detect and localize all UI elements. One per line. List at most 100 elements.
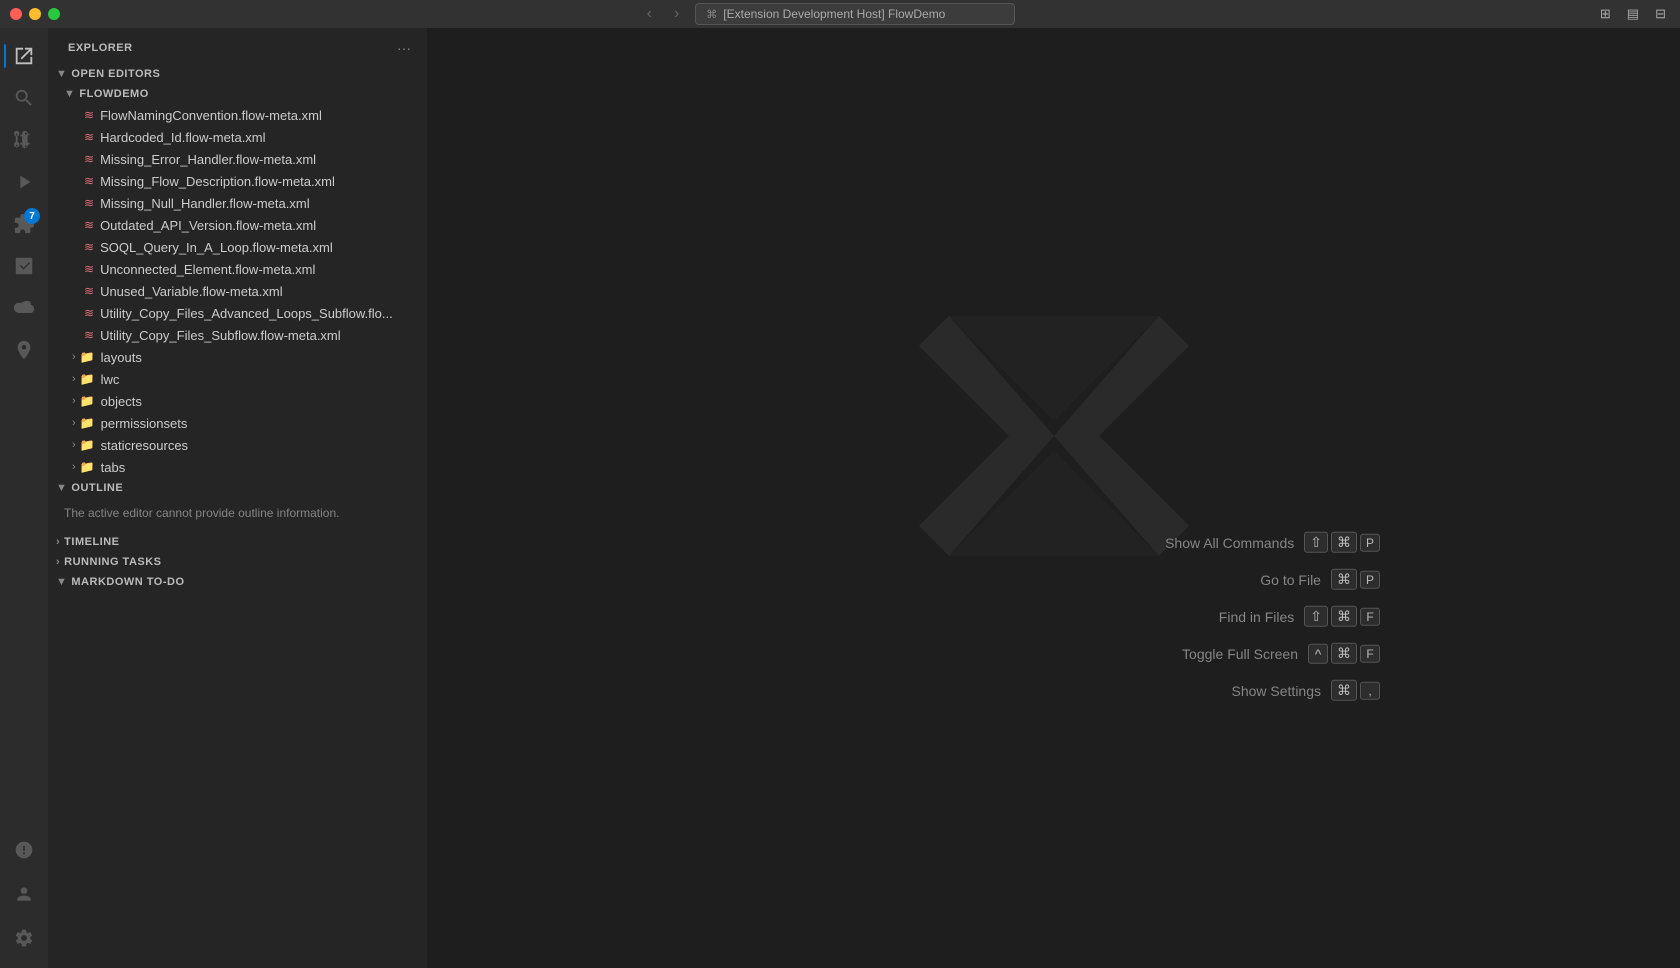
flow-icon-5: ≋	[84, 196, 94, 210]
file-outdated-api[interactable]: ≋ Outdated_API_Version.flow-meta.xml	[48, 214, 427, 236]
file-label-8: Unconnected_Element.flow-meta.xml	[100, 262, 315, 277]
activity-bar-bottom	[4, 830, 44, 960]
folder-label-permissionsets: permissionsets	[101, 416, 188, 431]
running-tasks-section-header[interactable]: › Running Tasks	[48, 552, 427, 572]
main-layout: 7 Explorer ···	[0, 28, 1680, 968]
close-dot[interactable]	[10, 8, 22, 20]
vscode-watermark	[904, 286, 1204, 589]
flow-icon-8: ≋	[84, 262, 94, 276]
flow-icon-4: ≋	[84, 174, 94, 188]
folder-label-layouts: layouts	[101, 350, 142, 365]
timeline-chevron: ›	[56, 536, 60, 548]
flowdemo-section-header[interactable]: ▼ FlowDemo	[48, 84, 427, 104]
flow-icon-9: ≋	[84, 284, 94, 298]
source-control-activity-icon[interactable]	[4, 120, 44, 160]
hint-go-to-file: Go to File ⌘ P	[1165, 569, 1380, 590]
file-utility-advanced[interactable]: ≋ Utility_Copy_Files_Advanced_Loops_Subf…	[48, 302, 427, 324]
extensions-activity-icon[interactable]: 7	[4, 204, 44, 244]
flow-icon-2: ≋	[84, 130, 94, 144]
markdown-todo-section-header[interactable]: ▼ Markdown To-Do	[48, 572, 427, 592]
org-activity-icon[interactable]	[4, 330, 44, 370]
file-label-6: Outdated_API_Version.flow-meta.xml	[100, 218, 316, 233]
folder-tabs[interactable]: › 📁 tabs	[48, 456, 427, 478]
key-comma-5: ,	[1360, 681, 1380, 699]
file-label-3: Missing_Error_Handler.flow-meta.xml	[100, 152, 316, 167]
activity-bar: 7	[0, 28, 48, 968]
hint-keys-go-to-file: ⌘ P	[1331, 569, 1380, 590]
key-cmd-3: ⌘	[1331, 606, 1357, 627]
file-missing-error[interactable]: ≋ Missing_Error_Handler.flow-meta.xml	[48, 148, 427, 170]
file-hardcoded[interactable]: ≋ Hardcoded_Id.flow-meta.xml	[48, 126, 427, 148]
hint-find-in-files: Find in Files ⇧ ⌘ F	[1165, 606, 1380, 627]
flow-icon-7: ≋	[84, 240, 94, 254]
sidebar-content: ▼ Open Editors ▼ FlowDemo ≋ FlowNamingCo…	[48, 64, 427, 968]
problems-activity-icon[interactable]	[4, 830, 44, 870]
title-bar-label: [Extension Development Host] FlowDemo	[723, 7, 945, 21]
folder-lwc[interactable]: › 📁 lwc	[48, 368, 427, 390]
key-shift-3: ⇧	[1304, 606, 1328, 627]
hint-keys-toggle-fullscreen: ^ ⌘ F	[1308, 643, 1380, 664]
file-flownaming[interactable]: ≋ FlowNamingConvention.flow-meta.xml	[48, 104, 427, 126]
nav-back-button[interactable]: ‹	[641, 3, 658, 25]
sidebar-header: Explorer ···	[48, 28, 427, 64]
flow-icon-3: ≋	[84, 152, 94, 166]
outline-section-header[interactable]: ▼ Outline	[48, 478, 427, 498]
key-f-4: F	[1360, 644, 1380, 662]
folder-label-staticresources: staticresources	[101, 438, 188, 453]
folder-chevron-layouts: ›	[72, 351, 76, 363]
editor-area: Show All Commands ⇧ ⌘ P Go to File ⌘ P F…	[428, 28, 1680, 968]
salesforce-activity-icon[interactable]	[4, 288, 44, 328]
outline-label: Outline	[71, 482, 123, 494]
hint-keys-find-in-files: ⇧ ⌘ F	[1304, 606, 1380, 627]
flowdemo-label: FlowDemo	[79, 88, 148, 100]
folder-icon-permissionsets: 📁	[80, 416, 95, 430]
file-label-2: Hardcoded_Id.flow-meta.xml	[100, 130, 265, 145]
file-unused-var[interactable]: ≋ Unused_Variable.flow-meta.xml	[48, 280, 427, 302]
test-activity-icon[interactable]	[4, 246, 44, 286]
layout-button-3[interactable]: ⊟	[1651, 4, 1670, 24]
markdown-todo-label: Markdown To-Do	[71, 576, 184, 588]
extensions-badge: 7	[24, 208, 40, 224]
search-activity-icon[interactable]	[4, 78, 44, 118]
timeline-label: Timeline	[64, 536, 119, 548]
markdown-todo-chevron: ▼	[56, 576, 67, 588]
explorer-activity-icon[interactable]	[4, 36, 44, 76]
file-utility-subflow[interactable]: ≋ Utility_Copy_Files_Subflow.flow-meta.x…	[48, 324, 427, 346]
timeline-section-header[interactable]: › Timeline	[48, 532, 427, 552]
maximize-dot[interactable]	[48, 8, 60, 20]
file-unconnected[interactable]: ≋ Unconnected_Element.flow-meta.xml	[48, 258, 427, 280]
file-soql-query[interactable]: ≋ SOQL_Query_In_A_Loop.flow-meta.xml	[48, 236, 427, 258]
open-editors-section-header[interactable]: ▼ Open Editors	[48, 64, 427, 84]
file-label-9: Unused_Variable.flow-meta.xml	[100, 284, 283, 299]
sidebar-header-actions: ···	[393, 38, 415, 58]
hint-label-go-to-file: Go to File	[1260, 571, 1321, 587]
outline-chevron: ▼	[56, 482, 67, 494]
run-activity-icon[interactable]	[4, 162, 44, 202]
outline-message-text: The active editor cannot provide outline…	[64, 506, 340, 520]
sidebar-more-actions-button[interactable]: ···	[393, 38, 415, 58]
folder-staticresources[interactable]: › 📁 staticresources	[48, 434, 427, 456]
folder-chevron-staticresources: ›	[72, 439, 76, 451]
hint-label-toggle-fullscreen: Toggle Full Screen	[1182, 645, 1298, 661]
file-missing-null[interactable]: ≋ Missing_Null_Handler.flow-meta.xml	[48, 192, 427, 214]
settings-activity-icon[interactable]	[4, 918, 44, 958]
account-activity-icon[interactable]	[4, 874, 44, 914]
folder-permissionsets[interactable]: › 📁 permissionsets	[48, 412, 427, 434]
minimize-dot[interactable]	[29, 8, 41, 20]
layout-button-2[interactable]: ▤	[1623, 4, 1643, 24]
title-bar-right: ⊞ ▤ ⊟	[1596, 4, 1670, 24]
folder-icon-staticresources: 📁	[80, 438, 95, 452]
folder-label-tabs: tabs	[101, 460, 126, 475]
nav-forward-button[interactable]: ›	[668, 3, 685, 25]
hint-label-show-commands: Show All Commands	[1165, 534, 1294, 550]
layout-button-1[interactable]: ⊞	[1596, 4, 1615, 24]
file-missing-flow-desc[interactable]: ≋ Missing_Flow_Description.flow-meta.xml	[48, 170, 427, 192]
folder-objects[interactable]: › 📁 objects	[48, 390, 427, 412]
title-bar-search[interactable]: ⌘ [Extension Development Host] FlowDemo	[695, 3, 1015, 25]
folder-chevron-tabs: ›	[72, 461, 76, 473]
flow-icon-11: ≋	[84, 328, 94, 342]
running-tasks-chevron: ›	[56, 556, 60, 568]
open-editors-label: Open Editors	[71, 68, 160, 80]
folder-layouts[interactable]: › 📁 layouts	[48, 346, 427, 368]
sidebar: Explorer ··· ▼ Open Editors ▼ FlowDemo ≋…	[48, 28, 428, 968]
